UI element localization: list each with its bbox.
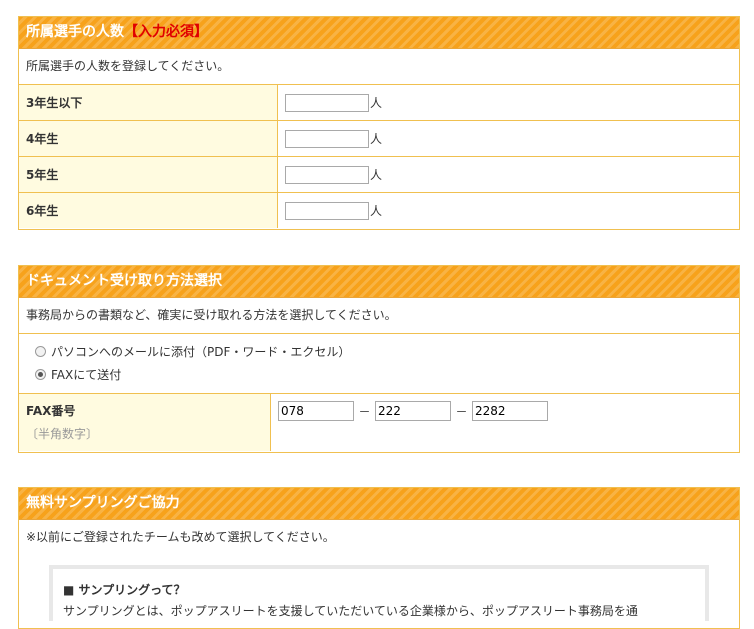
unit-label: 人: [370, 132, 383, 146]
fax-number-row: FAX番号 〔半角数字〕 － －: [19, 394, 739, 451]
table-row: 5年生 人: [19, 156, 739, 193]
document-section-description: 事務局からの書類など、確実に受け取れる方法を選択してください。: [19, 298, 739, 334]
sampling-section-title: 無料サンプリングご協力: [26, 495, 180, 511]
sampling-section: 無料サンプリングご協力 ※以前にご登録されたチームも改めて選択してください。 ■…: [18, 487, 740, 629]
radio-button-fax[interactable]: [35, 369, 46, 380]
document-method-section: ドキュメント受け取り方法選択 事務局からの書類など、確実に受け取れる方法を選択し…: [18, 265, 740, 453]
unit-label: 人: [370, 204, 383, 218]
grade5-count-input[interactable]: [285, 165, 369, 184]
table-row: 4年生 人: [19, 120, 739, 157]
radio-option-email[interactable]: パソコンへのメールに添付（PDF・ワード・エクセル）: [35, 341, 739, 364]
fax-part3-input[interactable]: [472, 401, 548, 421]
radio-label-email[interactable]: パソコンへのメールに添付（PDF・ワード・エクセル）: [51, 345, 350, 359]
row-label-grade6: 6年生: [19, 192, 278, 228]
sampling-info-box: ■ サンプリングって？ サンプリングとは、ポップアスリートを支援していただいてい…: [49, 565, 709, 621]
grade6-count-input[interactable]: [285, 201, 369, 220]
players-count-section: 所属選手の人数【入力必須】 所属選手の人数を登録してください。 3年生以下 人 …: [18, 16, 740, 230]
unit-label: 人: [370, 168, 383, 182]
sampling-section-header: 無料サンプリングご協力: [19, 488, 739, 520]
sampling-box-title: ■ サンプリングって？: [63, 583, 186, 597]
table-row: 3年生以下 人: [19, 84, 739, 121]
table-row: 6年生 人: [19, 192, 739, 228]
sampling-box-text: サンプリングとは、ポップアスリートを支援していただいている企業様から、ポップアス…: [63, 604, 638, 618]
fax-part1-input[interactable]: [278, 401, 354, 421]
fax-separator: －: [358, 404, 371, 419]
players-section-description: 所属選手の人数を登録してください。: [26, 59, 230, 73]
fax-number-note: 〔半角数字〕: [26, 427, 99, 441]
document-section-header: ドキュメント受け取り方法選択: [19, 266, 739, 298]
delivery-method-radio-group: パソコンへのメールに添付（PDF・ワード・エクセル） FAXにて送付: [19, 334, 739, 394]
fax-separator: －: [455, 404, 468, 419]
sampling-section-description: ※以前にご登録されたチームも改めて選択してください。: [26, 530, 335, 544]
players-section-header: 所属選手の人数【入力必須】: [19, 17, 739, 49]
players-count-table: 3年生以下 人 4年生 人 5年生 人 6年生 人: [19, 84, 739, 228]
radio-button-email[interactable]: [35, 346, 46, 357]
grade3-count-input[interactable]: [285, 93, 369, 112]
grade4-count-input[interactable]: [285, 129, 369, 148]
row-label-grade5: 5年生: [19, 156, 278, 193]
radio-label-fax[interactable]: FAXにて送付: [51, 368, 121, 382]
document-section-title: ドキュメント受け取り方法選択: [26, 273, 222, 289]
fax-number-label: FAX番号: [26, 404, 76, 418]
required-badge: 【入力必須】: [124, 24, 208, 40]
radio-option-fax[interactable]: FAXにて送付: [35, 364, 739, 387]
row-label-grade3: 3年生以下: [19, 84, 278, 121]
unit-label: 人: [370, 96, 383, 110]
row-label-grade4: 4年生: [19, 120, 278, 157]
fax-part2-input[interactable]: [375, 401, 451, 421]
players-section-title: 所属選手の人数: [26, 24, 124, 40]
